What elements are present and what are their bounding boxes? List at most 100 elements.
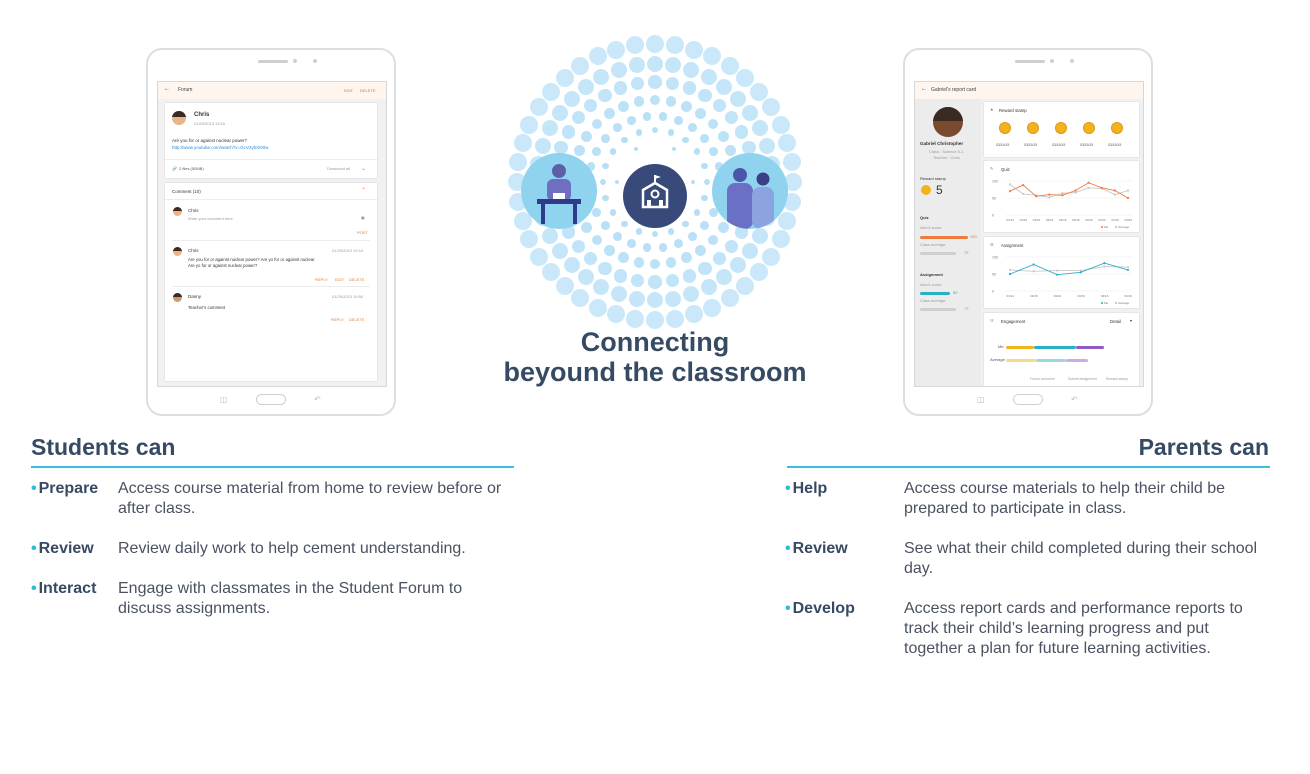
ring-dot (599, 178, 607, 186)
ring-dot (627, 115, 636, 125)
ring-dot (682, 269, 696, 283)
ring-dot (626, 309, 645, 328)
ring-dot (581, 130, 593, 142)
data-point (1126, 189, 1130, 192)
ring-dot (701, 194, 708, 202)
ring-dot (581, 222, 593, 233)
ring-dot (680, 100, 692, 112)
student-name: Gabriel Christopher (920, 141, 964, 146)
ring-dot (771, 115, 790, 134)
ring-dot (642, 243, 652, 252)
tablet-camera (1070, 59, 1074, 63)
ring-dot (724, 111, 739, 125)
data-point (1061, 192, 1064, 195)
ring-dot (742, 243, 759, 260)
student-illustration (521, 153, 597, 229)
tablet-speaker (1015, 60, 1045, 63)
ring-dot (665, 273, 680, 288)
medal-icon (921, 185, 931, 195)
x-tick-label: 03/16 (1054, 294, 1062, 298)
x-tick-label: 03/16 (1111, 218, 1119, 222)
home-button[interactable] (256, 394, 286, 405)
stamp-date: 03/16/15 (1024, 143, 1038, 147)
report-title: Gabriel's report card (931, 87, 977, 93)
ring-dot (628, 57, 645, 74)
parents-item-develop: • Develop (785, 600, 855, 617)
students-item-review: • Review (31, 540, 94, 557)
ring-dot (762, 247, 781, 266)
ring-dot (762, 98, 781, 117)
ring-dot (648, 275, 662, 289)
ring-dot (520, 230, 539, 249)
engagement-card-title: Engagement (1001, 319, 1026, 324)
ring-dot (698, 88, 712, 103)
ring-dot (591, 118, 603, 130)
back-icon[interactable]: ↶ (314, 395, 321, 404)
detail-dropdown[interactable]: Detail (1110, 319, 1121, 324)
ring-dot (614, 269, 628, 283)
me-assignment-bar (1034, 346, 1076, 349)
class-average-label: Class average (920, 242, 946, 247)
ring-dot (598, 261, 612, 276)
ring-dot (635, 129, 643, 136)
assignment-icon: ☰ (990, 242, 994, 247)
data-point (1126, 268, 1130, 272)
ring-dot (674, 239, 683, 249)
legend-marker (1101, 226, 1103, 228)
parents-item-review: • Review (785, 540, 848, 557)
y-tick-label: 50 (992, 273, 996, 277)
data-point (1100, 186, 1103, 189)
back-arrow-icon[interactable]: ← (921, 86, 927, 92)
ring-dot (682, 81, 696, 95)
avatar (933, 107, 963, 137)
quiz-score-bar (920, 236, 968, 239)
home-button[interactable] (1013, 394, 1043, 405)
quiz-line-chart: 100 50 0 03/14 03/15 03/16 03/16 03/16 03/16 03/1… (992, 180, 1132, 230)
y-tick-label: 100 (992, 256, 998, 260)
school-icon (623, 164, 687, 228)
legend-marker (1115, 226, 1117, 228)
ring-dot (703, 298, 722, 317)
ring-dot (541, 82, 560, 101)
data-point (1126, 196, 1130, 200)
ring-dot (614, 81, 628, 95)
reward-stamp-icon (1111, 122, 1123, 134)
stamp-date: 03/16/15 (1108, 143, 1122, 147)
ring-dot (667, 228, 675, 235)
ring-dot (717, 222, 729, 233)
ring-dot (730, 90, 747, 107)
ring-dot (555, 68, 574, 87)
ring-dot (684, 40, 703, 59)
back-icon[interactable]: ↶ (1071, 395, 1078, 404)
data-point (1008, 268, 1012, 272)
parents-desc-develop: Access report cards and performance repo… (904, 600, 1243, 657)
ring-dot (683, 286, 700, 303)
chevron-down-icon[interactable]: ▾ (1130, 318, 1132, 323)
y-tick-label: 0 (992, 214, 994, 218)
ring-dot (571, 111, 586, 125)
students-item-prepare: • Prepare (31, 480, 99, 497)
avg-assignment-bar (1036, 359, 1066, 362)
x-tick-label: 03/16 (1101, 294, 1109, 298)
ring-dot (646, 55, 663, 72)
ring-dot (610, 286, 627, 303)
ring-dot (684, 305, 703, 324)
ring-dot (724, 239, 739, 253)
data-point (1056, 269, 1059, 272)
recent-apps-icon[interactable]: ◫ (977, 395, 985, 404)
reward-stamp-icon (1027, 122, 1039, 134)
ring-dot (651, 230, 659, 238)
recent-apps-icon[interactable]: ◫ (220, 395, 228, 404)
ring-dot (750, 263, 769, 282)
students-desc-interact: Engage with classmates in the Student Fo… (118, 580, 463, 617)
ring-dot (703, 178, 711, 186)
ring-dot (736, 68, 755, 87)
students-title: Students can (31, 434, 176, 460)
ring-dot (571, 289, 590, 308)
ring-dot (633, 256, 645, 268)
data-point (1113, 189, 1116, 192)
data-point (1103, 265, 1106, 268)
ring-dot (658, 112, 668, 121)
engagement-icon: ☷ (990, 318, 994, 323)
ring-dot (614, 179, 620, 185)
